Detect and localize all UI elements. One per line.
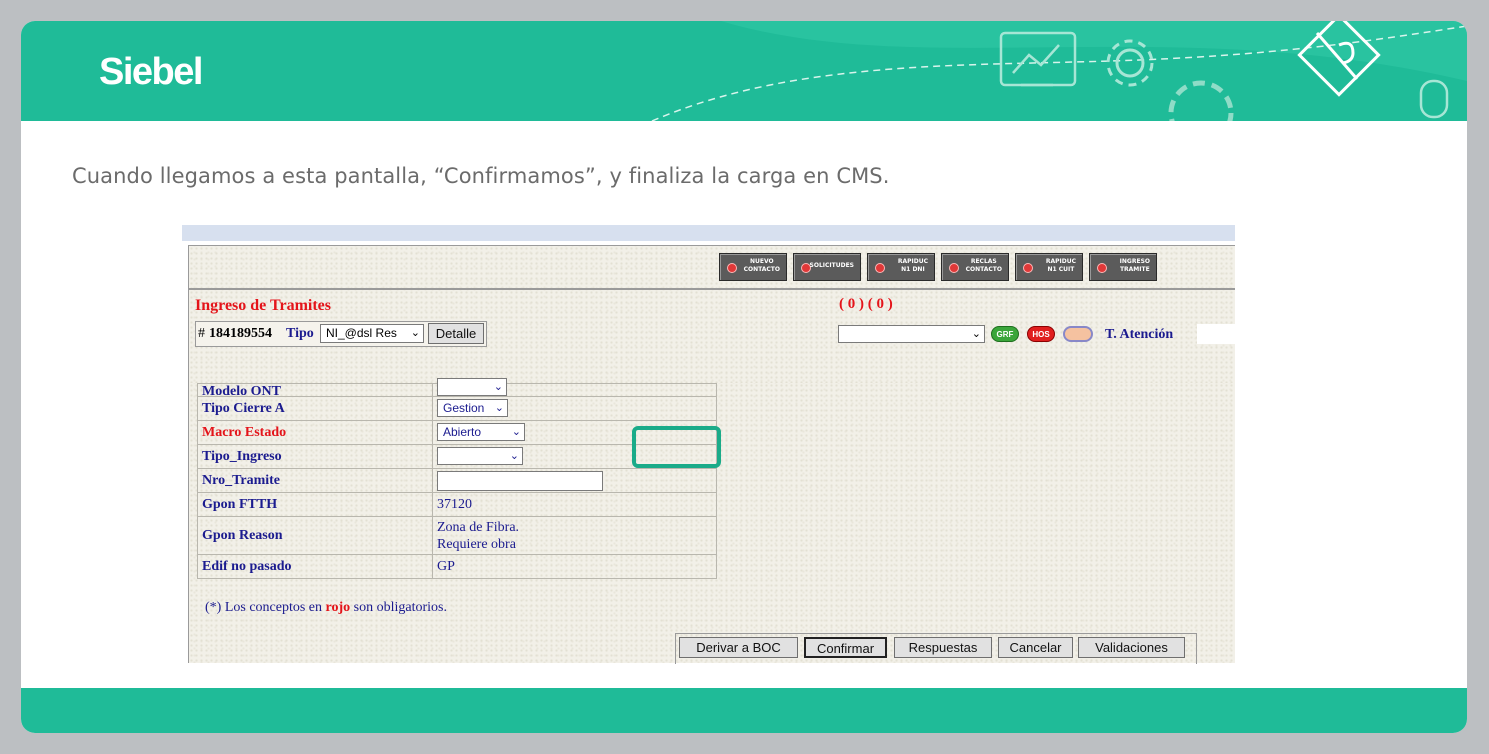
chevron-down-icon: ⌄ xyxy=(509,450,519,462)
tipo-select[interactable]: NI_@dsl Res ⌄ xyxy=(320,324,424,343)
table-row: Modelo ONT ⌄ xyxy=(197,378,717,397)
tipo-label: Tipo xyxy=(286,326,314,341)
derivar-boc-button[interactable]: Derivar a BOC xyxy=(679,637,798,658)
header-decoration xyxy=(650,21,1467,121)
table-row: Gpon FTTH 37120 xyxy=(197,492,717,517)
t-atencion-label: T. Atención xyxy=(1105,327,1174,342)
table-row: Tipo Cierre A Gestion ⌄ xyxy=(197,396,717,421)
counts-label: ( 0 ) ( 0 ) xyxy=(839,296,893,312)
modelo-ont-select[interactable]: ⌄ xyxy=(437,378,507,396)
slide: Siebel Cuando llegamos a esta pantalla, … xyxy=(21,21,1467,733)
gpon-ftth-label: Gpon FTTH xyxy=(197,492,433,517)
tipo-cierre-select[interactable]: Gestion ⌄ xyxy=(437,399,508,417)
macro-estado-select[interactable]: Abierto ⌄ xyxy=(437,423,525,441)
chevron-down-icon: ⌄ xyxy=(493,381,503,393)
tipo-ingreso-select[interactable]: ⌄ xyxy=(437,447,523,465)
form-frame: Modelo ONT ⌄ Tipo Cierre A Gestion ⌄ Macr… xyxy=(188,378,1235,664)
tipo-cierre-label: Tipo Cierre A xyxy=(197,396,433,421)
gpon-reason-value-2: Requiere obra xyxy=(437,536,516,552)
grf-pill[interactable]: GRF xyxy=(991,326,1019,342)
t-atencion-field xyxy=(1197,324,1235,344)
gpon-reason-label: Gpon Reason xyxy=(197,516,433,555)
required-note: (*) Los conceptos en rojo son obligatori… xyxy=(205,600,447,615)
respuestas-button[interactable]: Respuestas xyxy=(894,637,992,658)
solicitudes-button[interactable]: SOLICITUDES xyxy=(793,253,861,281)
chevron-down-icon: ⌄ xyxy=(971,328,981,340)
edif-no-pasado-label: Edif no pasado xyxy=(197,554,433,579)
empty-pill[interactable] xyxy=(1063,326,1093,342)
edif-no-pasado-value: GP xyxy=(432,554,717,579)
reclas-contacto-button[interactable]: RECLAS CONTACTO xyxy=(941,253,1009,281)
header-banner: Siebel xyxy=(21,21,1467,121)
chevron-down-icon: ⌄ xyxy=(511,426,521,438)
chevron-down-icon: ⌄ xyxy=(494,402,504,414)
actions-bar: Derivar a BOC Confirmar Respuestas Cance… xyxy=(675,633,1197,664)
id-number: 184189554 xyxy=(209,326,272,341)
rapiduc-cuit-button[interactable]: RAPIDUC N1 CUIT xyxy=(1015,253,1083,281)
cancelar-button[interactable]: Cancelar xyxy=(998,637,1073,658)
gpon-reason-value: Zona de Fibra. xyxy=(437,519,520,535)
tipo-ingreso-label: Tipo_Ingreso xyxy=(197,444,433,469)
hash-label: # xyxy=(198,326,205,341)
browser-topbar xyxy=(182,225,1235,241)
validaciones-button[interactable]: Validaciones xyxy=(1078,637,1185,658)
status-select[interactable]: ⌄ xyxy=(838,325,985,343)
header-frame: Ingreso de Tramites ( 0 ) ( 0 ) # 184189… xyxy=(188,289,1235,384)
gpon-ftth-value: 37120 xyxy=(432,492,717,517)
rapiduc-dni-button[interactable]: RAPIDUC N1 DNI xyxy=(867,253,935,281)
fields-table: Modelo ONT ⌄ Tipo Cierre A Gestion ⌄ Macr… xyxy=(197,378,717,579)
nro-tramite-input[interactable] xyxy=(437,471,603,491)
modelo-ont-label: Modelo ONT xyxy=(197,383,433,397)
footer-banner xyxy=(21,688,1467,733)
id-row: # 184189554 Tipo NI_@dsl Res ⌄ Detalle xyxy=(195,321,487,347)
chevron-down-icon: ⌄ xyxy=(410,327,420,339)
confirmar-highlight xyxy=(632,426,721,468)
macro-estado-label: Macro Estado xyxy=(197,420,433,445)
ingreso-tramite-button[interactable]: INGRESO TRAMITE xyxy=(1089,253,1157,281)
table-row: Edif no pasado GP xyxy=(197,554,717,579)
table-row: Nro_Tramite xyxy=(197,468,717,493)
page-title: Ingreso de Tramites xyxy=(195,297,331,314)
nuevo-contacto-button[interactable]: NUEVO CONTACTO xyxy=(719,253,787,281)
slide-caption: Cuando llegamos a esta pantalla, “Confir… xyxy=(72,164,890,188)
confirmar-button[interactable]: Confirmar xyxy=(804,637,887,658)
nro-tramite-label: Nro_Tramite xyxy=(197,468,433,493)
siebel-logo: Siebel xyxy=(99,51,203,93)
toolbar-frame: NUEVO CONTACTO SOLICITUDES RAPIDUC N1 DN… xyxy=(188,245,1235,289)
hos-pill[interactable]: HOS xyxy=(1027,326,1055,342)
detalle-button[interactable]: Detalle xyxy=(428,323,484,344)
table-row: Gpon Reason Zona de Fibra. Requiere obra xyxy=(197,516,717,555)
